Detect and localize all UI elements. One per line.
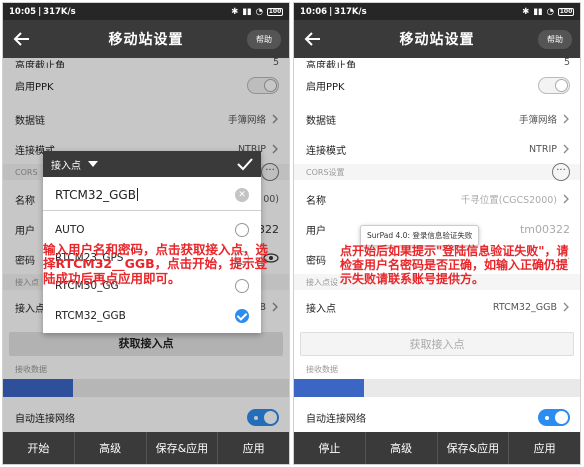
option-auto[interactable]: AUTO <box>43 215 261 245</box>
dialog-header: 接入点 <box>43 151 261 177</box>
more-icon[interactable]: ··· <box>552 163 570 181</box>
password-label: 密码 <box>306 255 326 267</box>
radio-icon[interactable] <box>235 223 249 237</box>
cutoff-angle-label: 高度截止角 <box>306 61 356 68</box>
status-bar: 10:06 | 317K/s ✱ ▮▮ ◔ 100 <box>294 3 580 20</box>
battery-icon: 100 <box>267 7 283 16</box>
datalink-label: 数据链 <box>306 115 336 127</box>
ppk-label: 启用PPK <box>306 81 345 93</box>
signal-icon: ▮▮ <box>533 6 543 17</box>
name-row[interactable]: 名称 千寻位置(CGCS2000) <box>294 184 580 214</box>
help-button[interactable]: 帮助 <box>247 30 281 49</box>
help-button[interactable]: 帮助 <box>538 30 572 49</box>
bluetooth-icon: ✱ <box>231 6 239 17</box>
mount-point-value: RTCM32_GGB <box>492 301 557 313</box>
connection-mode-label: 连接模式 <box>306 145 346 157</box>
datalink-row[interactable]: 数据链 手簿网络 <box>294 104 580 134</box>
advanced-button[interactable]: 高级 <box>366 432 438 464</box>
status-speed: 317K/s <box>43 6 76 17</box>
wifi-icon: ◔ <box>546 6 554 17</box>
receive-data-fill <box>294 379 364 397</box>
right-phone-screen: 10:06 | 317K/s ✱ ▮▮ ◔ 100 移动站设置 帮助 高度截止角… <box>293 2 581 465</box>
mount-point-label: 接入点 <box>306 303 336 315</box>
app-bar: 移动站设置 帮助 <box>294 20 580 58</box>
radio-selected-icon[interactable] <box>235 309 249 323</box>
ppk-toggle[interactable] <box>538 76 570 94</box>
signal-icon: ▮▮ <box>242 6 252 17</box>
connection-mode-value: NTRIP <box>528 143 557 155</box>
cors-section-header: CORS设置 ··· <box>294 163 580 181</box>
login-failed-toast: SurPad 4.0: 登录信息验证失败 <box>360 225 480 246</box>
status-bar: 10:05 | 317K/s ✱ ▮▮ ◔ 100 <box>3 3 289 20</box>
name-value: 千寻位置(CGCS2000) <box>460 195 557 206</box>
app-bar: 移动站设置 帮助 <box>3 20 289 58</box>
auto-connect-toggle[interactable] <box>538 408 570 426</box>
instruction-annotation: 点开始后如果提示"登陆信息验证失败"，请检查用户名密码是否正确，如输入正确仍提示… <box>340 244 569 286</box>
caret-down-icon[interactable] <box>87 160 99 168</box>
instruction-annotation: 输入用户名和密码，点击获取接入点，选择RTCM32__GGB，点击开始，提示登陆… <box>43 242 269 286</box>
bluetooth-icon: ✱ <box>522 6 530 17</box>
connection-mode-row[interactable]: 连接模式 NTRIP <box>294 134 580 164</box>
dialog-title: 接入点 <box>51 160 81 172</box>
left-phone-screen: 10:05 | 317K/s ✱ ▮▮ ◔ 100 移动站设置 帮助 高度截止角… <box>2 2 290 465</box>
clear-input-icon[interactable]: ✕ <box>235 187 249 202</box>
name-label: 名称 <box>306 195 326 207</box>
cutoff-angle-row[interactable]: 高度截止角 5 <box>294 58 580 68</box>
chevron-right-icon <box>563 302 569 312</box>
chevron-right-icon <box>563 144 569 154</box>
mount-point-row[interactable]: 接入点 RTCM32_GGB <box>294 292 580 322</box>
option-rtcm32-ggb[interactable]: RTCM32_GGB <box>43 301 261 331</box>
status-speed: 317K/s <box>334 6 367 17</box>
auto-connect-row: 自动连接网络 <box>294 402 580 432</box>
battery-icon: 100 <box>558 7 574 16</box>
status-time: 10:05 <box>9 6 37 17</box>
start-button[interactable]: 开始 <box>3 432 75 464</box>
bottom-toolbar: 停止 高级 保存&应用 应用 <box>294 432 580 464</box>
cutoff-angle-value: 5 <box>563 58 570 68</box>
receive-data-header: 接收数据 <box>294 361 580 377</box>
save-apply-button[interactable]: 保存&应用 <box>438 432 510 464</box>
apply-button[interactable]: 应用 <box>218 432 289 464</box>
bottom-toolbar: 开始 高级 保存&应用 应用 <box>3 432 289 464</box>
datalink-value: 手簿网络 <box>518 115 557 126</box>
get-mount-point-button[interactable]: 获取接入点 <box>300 332 574 356</box>
wifi-icon: ◔ <box>255 6 263 17</box>
mount-point-input-value: RTCM32_GGB <box>55 187 136 202</box>
ppk-row: 启用PPK <box>294 70 580 100</box>
chevron-right-icon <box>563 194 569 204</box>
back-arrow-icon[interactable] <box>11 28 33 50</box>
back-arrow-icon[interactable] <box>302 28 324 50</box>
status-time: 10:06 <box>300 6 328 17</box>
advanced-button[interactable]: 高级 <box>75 432 147 464</box>
apply-button[interactable]: 应用 <box>509 432 580 464</box>
user-value: tm00322 <box>519 222 570 236</box>
user-label: 用户 <box>306 225 326 237</box>
auto-connect-label: 自动连接网络 <box>306 413 366 425</box>
confirm-check-icon[interactable] <box>237 157 253 171</box>
stop-button[interactable]: 停止 <box>294 432 366 464</box>
save-apply-button[interactable]: 保存&应用 <box>147 432 219 464</box>
mount-point-input[interactable]: RTCM32_GGB ✕ <box>43 179 261 211</box>
chevron-right-icon <box>563 114 569 124</box>
